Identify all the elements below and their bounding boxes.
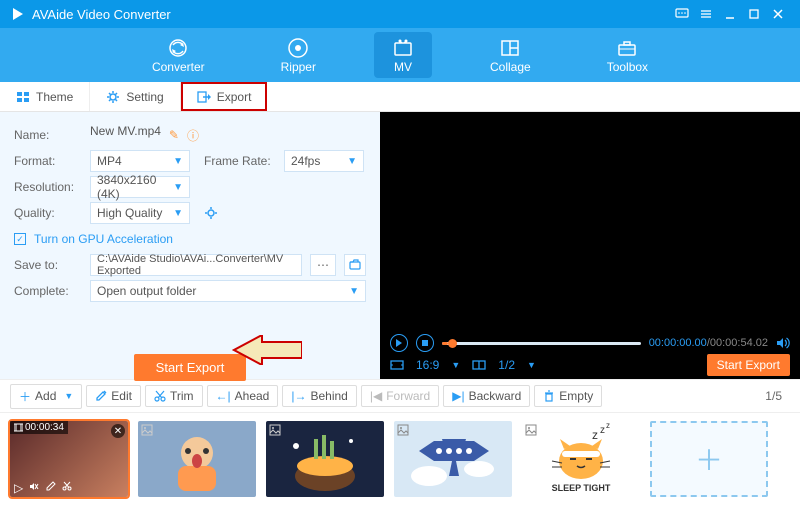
name-value: New MV.mp4 bbox=[90, 124, 161, 146]
toolbox-icon bbox=[616, 36, 638, 60]
thumbnail-3[interactable] bbox=[266, 421, 384, 497]
thumbnail-2[interactable] bbox=[138, 421, 256, 497]
menu-icon[interactable] bbox=[694, 2, 718, 26]
feedback-icon[interactable] bbox=[670, 2, 694, 26]
annotation-arrow bbox=[232, 335, 302, 365]
tab-theme[interactable]: Theme bbox=[0, 82, 90, 111]
complete-select[interactable]: Open output folder▼ bbox=[90, 280, 366, 302]
info-icon[interactable]: ⓘ bbox=[187, 127, 199, 144]
page-dropdown[interactable]: ▼ bbox=[527, 360, 536, 370]
trash-icon bbox=[543, 390, 555, 402]
format-select[interactable]: MP4▼ bbox=[90, 150, 190, 172]
browse-button[interactable]: ⋯ bbox=[310, 254, 336, 276]
add-button[interactable]: ＋Add▼ bbox=[10, 384, 82, 409]
trim-icon bbox=[154, 390, 166, 402]
backward-button[interactable]: ▶|Backward bbox=[443, 385, 530, 407]
tab-export[interactable]: Export bbox=[181, 82, 268, 111]
nav-mv[interactable]: MV bbox=[374, 32, 432, 78]
nav-converter[interactable]: Converter bbox=[134, 32, 223, 78]
add-clip-button[interactable]: ＋ bbox=[650, 421, 768, 497]
svg-text:z: z bbox=[592, 428, 598, 442]
quality-settings-icon[interactable] bbox=[204, 206, 218, 220]
aspect-dropdown[interactable]: ▼ bbox=[451, 360, 460, 370]
thumbnail-1[interactable]: 00:00:34 ✕ ▷ bbox=[10, 421, 128, 497]
stop-button[interactable] bbox=[416, 334, 434, 352]
resolution-label: Resolution: bbox=[14, 180, 82, 194]
start-export-small-button[interactable]: Start Export bbox=[707, 354, 790, 376]
aspect-value: 16:9 bbox=[416, 358, 439, 372]
top-nav: Converter Ripper MV Collage Toolbox bbox=[0, 28, 800, 82]
start-export-button[interactable]: Start Export bbox=[134, 354, 247, 381]
behind-button[interactable]: |→Behind bbox=[282, 385, 357, 407]
export-icon bbox=[197, 90, 211, 104]
mv-icon bbox=[392, 36, 414, 60]
close-button[interactable] bbox=[766, 2, 790, 26]
split-icon[interactable] bbox=[472, 358, 486, 372]
app-logo: AVAide Video Converter bbox=[10, 6, 171, 22]
mute-icon[interactable] bbox=[29, 481, 40, 495]
svg-text:SLEEP TIGHT: SLEEP TIGHT bbox=[552, 483, 611, 493]
gpu-label: Turn on GPU Acceleration bbox=[34, 232, 173, 246]
ripper-icon bbox=[287, 36, 309, 60]
volume-icon[interactable] bbox=[776, 336, 790, 350]
svg-text:z: z bbox=[600, 425, 605, 436]
progress-bar[interactable] bbox=[442, 342, 641, 345]
thumbnail-5[interactable]: zzz SLEEP TIGHT bbox=[522, 421, 640, 497]
edit-button[interactable]: Edit bbox=[86, 385, 141, 407]
edit-icon bbox=[95, 390, 107, 402]
thumbnail-4[interactable] bbox=[394, 421, 512, 497]
nav-ripper[interactable]: Ripper bbox=[263, 32, 334, 78]
edit-toolbar: ＋Add▼ Edit Trim ←|Ahead |→Behind |◀Forwa… bbox=[0, 379, 800, 413]
sub-tabs: Theme Setting Export bbox=[0, 82, 800, 112]
theme-icon bbox=[16, 90, 30, 104]
saveto-label: Save to: bbox=[14, 258, 82, 272]
page-indicator: 1/2 bbox=[498, 358, 515, 372]
nav-collage[interactable]: Collage bbox=[472, 32, 549, 78]
collage-icon bbox=[499, 36, 521, 60]
nav-toolbox[interactable]: Toolbox bbox=[589, 32, 666, 78]
trim-button[interactable]: Trim bbox=[145, 385, 203, 407]
time-display: 00:00:00.00/00:00:54.02 bbox=[649, 337, 768, 349]
export-panel: Name: New MV.mp4 ✎ ⓘ Format: MP4▼ Frame … bbox=[0, 112, 380, 379]
saveto-path: C:\AVAide Studio\AVAi...Converter\MV Exp… bbox=[90, 254, 302, 276]
converter-icon bbox=[167, 36, 189, 60]
framerate-select[interactable]: 24fps▼ bbox=[284, 150, 364, 172]
complete-label: Complete: bbox=[14, 284, 82, 298]
open-folder-button[interactable] bbox=[344, 254, 366, 276]
gpu-checkbox[interactable]: ✓ bbox=[14, 233, 26, 245]
play-icon[interactable]: ▷ bbox=[14, 481, 23, 495]
play-button[interactable] bbox=[390, 334, 408, 352]
svg-text:z: z bbox=[606, 421, 610, 430]
edit-thumb-icon[interactable] bbox=[46, 481, 56, 495]
name-label: Name: bbox=[14, 128, 82, 142]
quality-select[interactable]: High Quality▼ bbox=[90, 202, 190, 224]
format-label: Format: bbox=[14, 154, 82, 168]
forward-button[interactable]: |◀Forward bbox=[361, 385, 439, 407]
quality-label: Quality: bbox=[14, 206, 82, 220]
ahead-button[interactable]: ←|Ahead bbox=[207, 385, 279, 407]
maximize-button[interactable] bbox=[742, 2, 766, 26]
thumbnail-remove-icon[interactable]: ✕ bbox=[111, 424, 125, 438]
clip-counter: 1/5 bbox=[765, 389, 790, 403]
app-title: AVAide Video Converter bbox=[32, 7, 171, 22]
thumbnail-duration: 00:00:34 bbox=[10, 421, 68, 434]
framerate-label: Frame Rate: bbox=[204, 154, 276, 168]
thumbnail-strip: 00:00:34 ✕ ▷ zzz SLEEP TIGHT ＋ bbox=[0, 413, 800, 505]
aspect-icon[interactable] bbox=[390, 358, 404, 372]
titlebar: AVAide Video Converter bbox=[0, 0, 800, 28]
resolution-select[interactable]: 3840x2160 (4K)▼ bbox=[90, 176, 190, 198]
empty-button[interactable]: Empty bbox=[534, 385, 602, 407]
setting-icon bbox=[106, 90, 120, 104]
minimize-button[interactable] bbox=[718, 2, 742, 26]
edit-name-icon[interactable]: ✎ bbox=[169, 128, 179, 142]
tab-setting[interactable]: Setting bbox=[90, 82, 180, 111]
trim-thumb-icon[interactable] bbox=[62, 481, 72, 495]
